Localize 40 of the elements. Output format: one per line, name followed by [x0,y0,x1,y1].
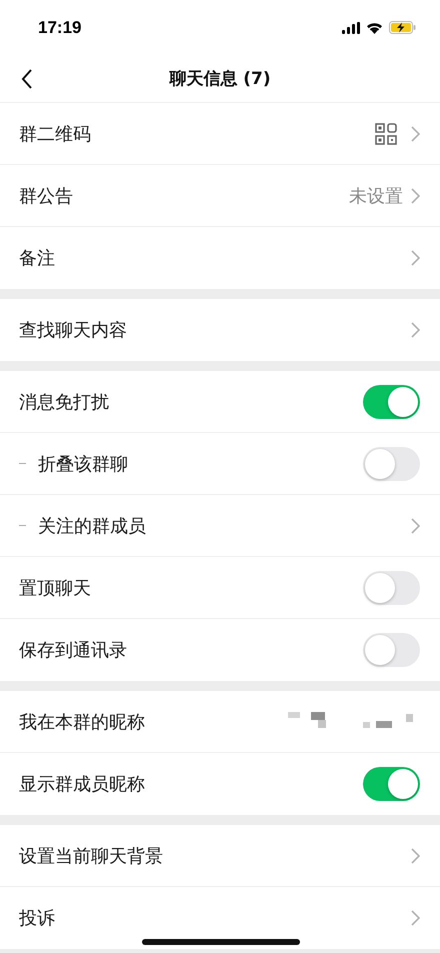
setting-label: 我在本群的昵称 [19,710,146,734]
battery-charging-icon [389,21,416,34]
chevron-icon[interactable] [411,910,420,926]
chevron-icon[interactable] [411,250,420,266]
status-time: 17:19 [38,18,82,38]
setting-label: 查找聊天内容 [19,319,128,342]
page-title: 聊天信息 (7) [169,68,271,90]
setting-row[interactable]: 保存到通讯录 [0,619,440,681]
chevron-icon[interactable] [411,188,420,204]
setting-row[interactable]: 投诉 [0,887,440,949]
chevron-icon[interactable] [411,518,420,534]
chevron-icon[interactable] [411,322,420,338]
toggle-switch[interactable] [363,633,420,667]
qr-code-icon[interactable] [375,122,397,144]
setting-label: 群二维码 [19,122,92,146]
setting-row[interactable]: 显示群成员昵称 [0,753,440,815]
toggle-switch[interactable] [363,570,420,604]
toggle-switch[interactable] [363,767,420,801]
chevron-icon[interactable] [411,848,420,864]
setting-label: 折叠该群聊 [38,452,129,476]
setting-label: 投诉 [19,907,56,930]
setting-label: 关注的群成员 [38,514,147,538]
setting-label: 群公告 [19,184,74,208]
indent-dash [19,462,26,464]
setting-label: 消息免打扰 [19,390,110,414]
setting-label: 显示群成员昵称 [19,773,146,796]
setting-value: 未设置 [349,184,403,208]
toggle-switch[interactable] [363,384,420,418]
setting-label: 保存到通讯录 [19,639,128,662]
wifi-icon [366,22,383,34]
setting-row[interactable]: 备注 [0,227,440,289]
back-icon [21,69,33,89]
toggle-switch[interactable] [363,446,420,480]
setting-label: 备注 [19,247,56,270]
chevron-icon[interactable] [411,126,420,142]
indent-dash [19,524,26,526]
signal-icon [342,22,360,34]
setting-label: 设置当前聊天背景 [19,844,164,868]
setting-label: 置顶聊天 [19,576,92,600]
setting-row[interactable]: 查找聊天内容 [0,299,440,361]
